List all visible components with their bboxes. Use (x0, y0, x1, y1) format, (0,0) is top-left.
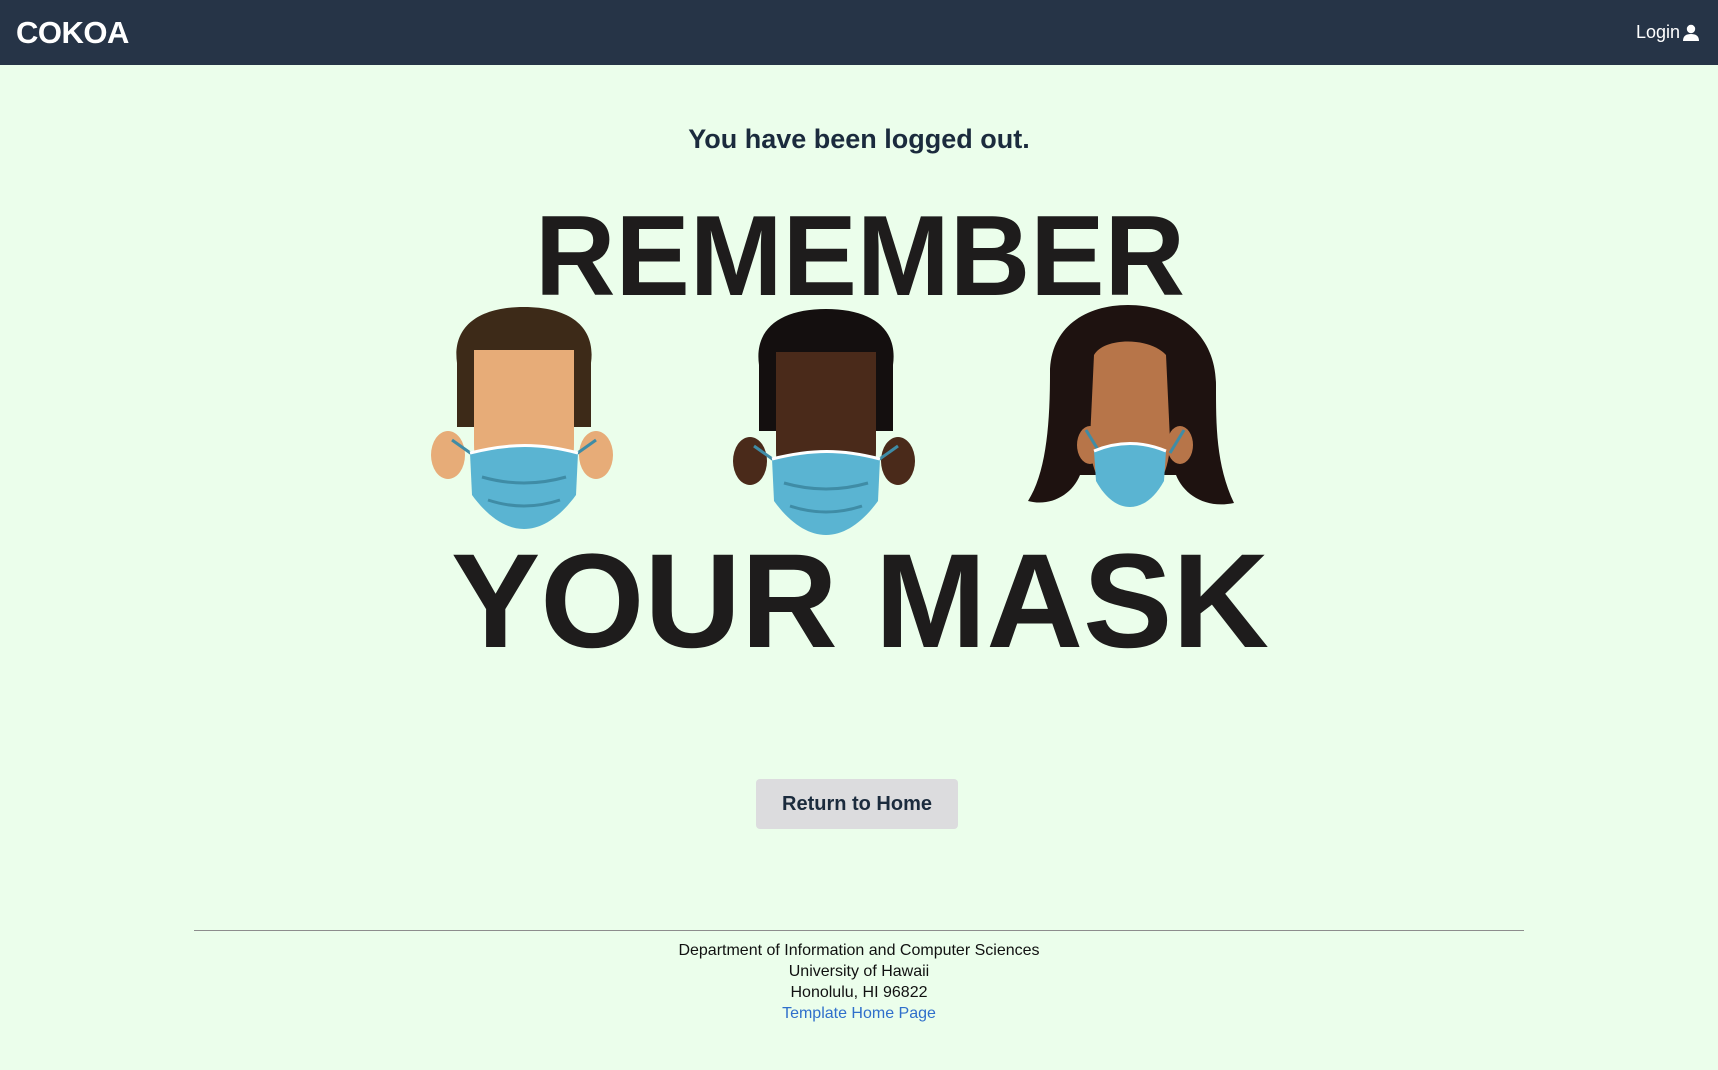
poster-line-remember: REMEMBER (535, 195, 1185, 320)
masked-face-3 (1028, 305, 1234, 507)
return-to-home-button[interactable]: Return to Home (756, 779, 958, 829)
footer-divider (194, 930, 1524, 931)
masked-face-1 (431, 307, 613, 529)
brand-logo-link[interactable]: COKOA (16, 15, 129, 51)
user-icon (1682, 24, 1700, 42)
poster-line-your-mask: YOUR MASK (451, 527, 1269, 676)
logout-message: You have been logged out. (688, 124, 1030, 154)
footer-department: Department of Information and Computer S… (678, 942, 1040, 959)
login-menu[interactable]: Login (1636, 22, 1700, 43)
remember-your-mask-image: REMEMBER YOUR MASK (431, 195, 1269, 676)
masked-face-2 (733, 309, 915, 535)
template-home-page-link[interactable]: Template Home Page (782, 1005, 936, 1022)
footer-address: Honolulu, HI 96822 (790, 984, 928, 1001)
footer-university: University of Hawaii (788, 963, 930, 980)
login-label: Login (1635, 22, 1680, 42)
top-navbar: COKOA Login (0, 0, 1718, 65)
footer: Department of Information and Computer S… (0, 940, 1718, 1024)
